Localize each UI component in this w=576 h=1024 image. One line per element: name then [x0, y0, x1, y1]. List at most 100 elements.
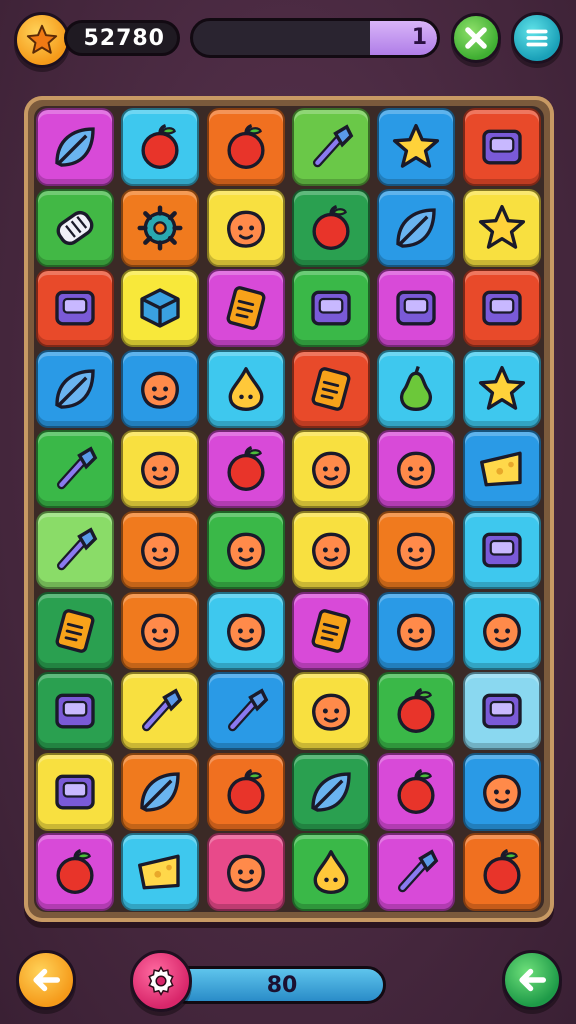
tile-leaf[interactable] — [36, 108, 114, 186]
blob-icon — [141, 613, 180, 651]
tile-blob[interactable] — [462, 591, 541, 670]
tile-apple[interactable] — [206, 752, 285, 831]
brush-icon — [57, 446, 98, 490]
tile-brush[interactable] — [291, 108, 370, 186]
tile-blob[interactable] — [291, 430, 370, 509]
blob-icon — [482, 613, 521, 651]
tile-note[interactable] — [36, 591, 114, 670]
tile-note[interactable] — [291, 591, 370, 670]
tile-roll[interactable] — [36, 188, 114, 267]
tile-blob[interactable] — [377, 511, 456, 589]
tile-note[interactable] — [206, 269, 285, 348]
blob-icon — [141, 371, 180, 409]
close-button[interactable] — [451, 13, 501, 63]
tile-apple[interactable] — [36, 833, 114, 912]
blob-icon — [311, 451, 350, 490]
brush-icon — [398, 849, 439, 893]
tile-apple[interactable] — [291, 188, 370, 267]
box-icon — [311, 290, 351, 326]
tile-drop[interactable] — [291, 833, 370, 912]
tile-box[interactable] — [462, 511, 541, 589]
star-icon — [478, 204, 525, 249]
brush-icon — [142, 688, 183, 732]
box-icon — [481, 532, 522, 568]
menu-button[interactable] — [511, 12, 563, 64]
box-icon — [55, 290, 95, 326]
tile-blob[interactable] — [377, 430, 456, 509]
tile-leaf[interactable] — [36, 349, 114, 428]
tile-gear[interactable] — [121, 188, 200, 267]
tile-apple[interactable] — [377, 752, 456, 831]
tile-drop[interactable] — [206, 349, 285, 428]
tile-blob[interactable] — [206, 591, 285, 670]
menu-icon — [526, 29, 548, 47]
leaf-icon — [396, 207, 436, 248]
tile-box[interactable] — [291, 269, 370, 348]
tile-cube[interactable] — [121, 269, 200, 348]
tile-blob[interactable] — [121, 349, 200, 428]
box-icon — [396, 290, 436, 326]
tile-cheese[interactable] — [121, 833, 200, 912]
tile-blob[interactable] — [291, 511, 370, 589]
box-icon — [481, 290, 522, 326]
gear-icon — [137, 205, 183, 251]
tile-apple[interactable] — [462, 833, 541, 912]
tile-blob[interactable] — [121, 430, 200, 509]
board-grid — [34, 106, 544, 912]
tile-blob[interactable] — [121, 591, 200, 670]
tile-star[interactable] — [377, 108, 456, 186]
tile-brush[interactable] — [377, 833, 456, 912]
tile-brush[interactable] — [36, 430, 114, 509]
level-progress-bar: 1 — [190, 18, 440, 58]
apple-icon — [312, 204, 350, 250]
tile-apple[interactable] — [206, 430, 285, 509]
tile-box[interactable] — [36, 269, 114, 348]
note-icon — [226, 286, 266, 331]
tile-brush[interactable] — [206, 672, 285, 751]
gear-icon — [148, 966, 174, 996]
close-icon — [465, 27, 487, 49]
tile-note[interactable] — [291, 349, 370, 428]
star-icon — [26, 24, 58, 54]
next-button[interactable] — [502, 950, 562, 1010]
box-icon — [481, 693, 522, 729]
apple-icon — [227, 446, 265, 492]
tile-leaf[interactable] — [291, 752, 370, 831]
tile-apple[interactable] — [377, 672, 456, 751]
tile-box[interactable] — [462, 269, 541, 348]
settings-button[interactable] — [130, 950, 192, 1012]
star-button[interactable] — [14, 12, 70, 68]
tile-blob[interactable] — [206, 511, 285, 589]
tile-brush[interactable] — [36, 511, 114, 589]
tile-box[interactable] — [377, 269, 456, 348]
tile-box[interactable] — [462, 672, 541, 751]
tile-star[interactable] — [462, 188, 541, 267]
apple-icon — [397, 768, 435, 814]
tile-apple[interactable] — [121, 108, 200, 186]
cheese-icon — [479, 451, 522, 487]
tile-blob[interactable] — [291, 672, 370, 751]
tile-blob[interactable] — [462, 752, 541, 831]
arrow-left-icon — [33, 968, 61, 992]
tile-box[interactable] — [462, 108, 541, 186]
back-button[interactable] — [16, 950, 76, 1010]
tile-blob[interactable] — [206, 833, 285, 912]
tile-blob[interactable] — [206, 188, 285, 267]
apple-icon — [56, 849, 94, 895]
tile-apple[interactable] — [206, 108, 285, 186]
tile-pear[interactable] — [377, 349, 456, 428]
tile-box[interactable] — [36, 752, 114, 831]
tile-blob[interactable] — [377, 591, 456, 670]
blob-icon — [226, 532, 265, 570]
tile-cheese[interactable] — [462, 430, 541, 509]
apple-icon — [227, 768, 265, 814]
tile-leaf[interactable] — [121, 752, 200, 831]
apple-icon — [227, 124, 265, 169]
tile-star[interactable] — [462, 349, 541, 428]
tile-blob[interactable] — [121, 511, 200, 589]
moves-counter: 80 — [168, 966, 386, 1004]
tile-box[interactable] — [36, 672, 114, 751]
tile-brush[interactable] — [121, 672, 200, 751]
tile-leaf[interactable] — [377, 188, 456, 267]
star-icon — [393, 123, 440, 168]
